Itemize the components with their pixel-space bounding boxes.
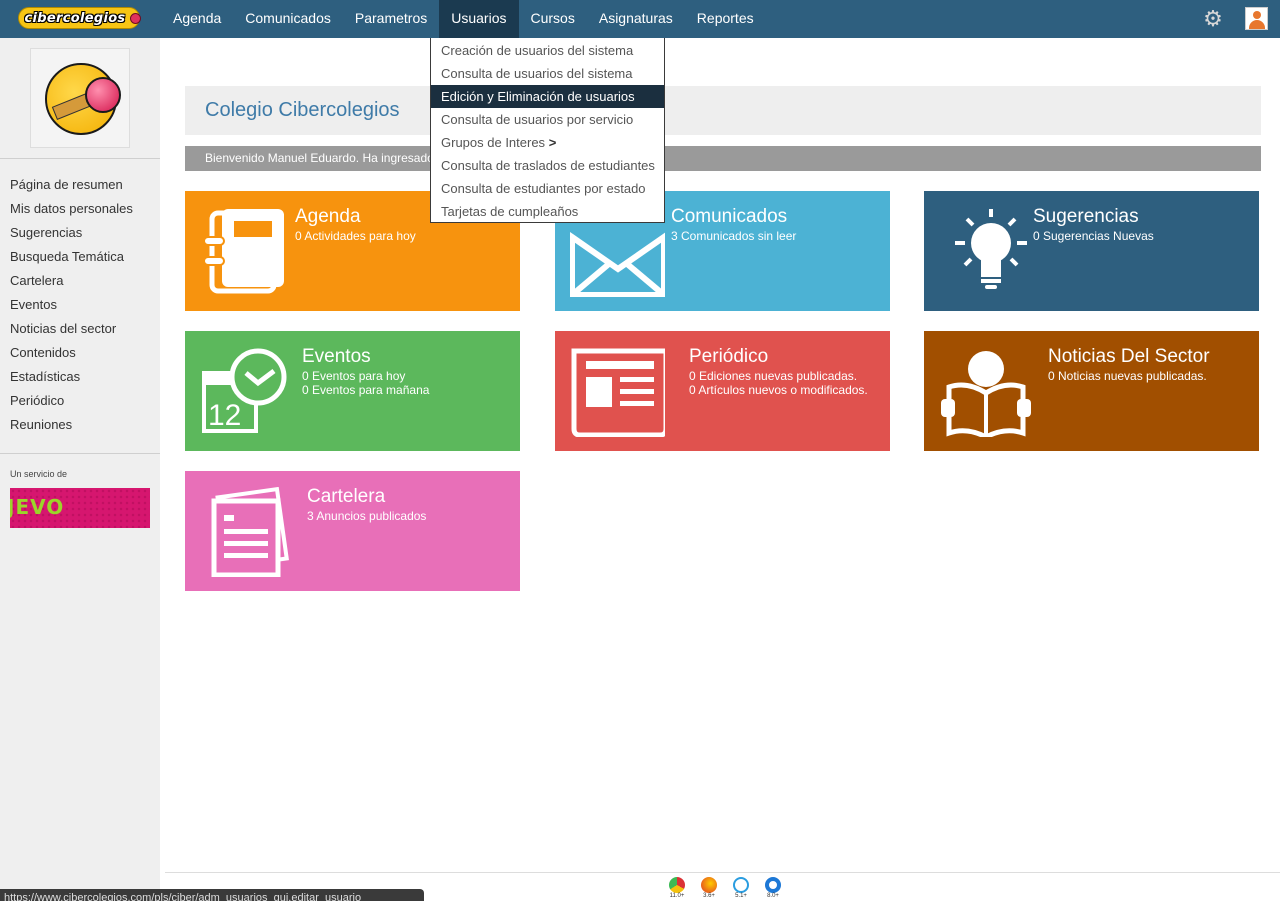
user-avatar-icon[interactable] [1245, 7, 1268, 30]
lightbulb-icon [955, 209, 1027, 289]
tile-periodico[interactable]: Periódico 0 Ediciones nuevas publicadas.… [555, 331, 890, 451]
cibercolegios-logo[interactable]: cibercolegios [18, 7, 141, 29]
tile-title: Cartelera [307, 486, 386, 507]
main-menu: Agenda Comunicados Parametros Usuarios C… [161, 0, 766, 38]
logo-dot-icon [130, 13, 141, 24]
browser-version: 5.1+ [735, 893, 747, 899]
sidebar-item-busqueda[interactable]: Busqueda Temática [10, 248, 133, 272]
tile-subtitle: 0 Ediciones nuevas publicadas. 0 Artícul… [689, 369, 868, 397]
avatar-head [1253, 11, 1261, 19]
nav-cursos[interactable]: Cursos [519, 0, 587, 38]
usuarios-dropdown-menu: Creación de usuarios del sistema Consult… [430, 38, 665, 223]
safari-icon: 5.1+ [730, 877, 752, 901]
calendar-clock-icon: 12 [202, 348, 287, 433]
menu-item-edicion-eliminacion[interactable]: Edición y Eliminación de usuarios [431, 85, 664, 108]
school-title-bar: Colegio Cibercolegios [185, 86, 1261, 135]
sidebar-item-sugerencias[interactable]: Sugerencias [10, 224, 133, 248]
tile-subtitle: 0 Actividades para hoy [295, 229, 416, 243]
sidebar-item-estadisticas[interactable]: Estadísticas [10, 368, 133, 392]
menu-item-tarjetas-cumpleanos[interactable]: Tarjetas de cumpleaños [431, 200, 664, 223]
nav-usuarios[interactable]: Usuarios [439, 0, 519, 38]
logo-pink-ball [85, 77, 121, 113]
tile-line: 0 Artículos nuevos o modificados. [689, 383, 868, 397]
tile-eventos[interactable]: 12 Eventos 0 Eventos para hoy 0 Eventos … [185, 331, 520, 451]
newspaper-icon [571, 348, 665, 437]
sidebar-item-eventos[interactable]: Eventos [10, 296, 133, 320]
tile-subtitle: 3 Anuncios publicados [307, 509, 427, 523]
sidebar-item-resumen[interactable]: Página de resumen [10, 176, 133, 200]
browser-version: 3.6+ [703, 893, 715, 899]
tile-cartelera[interactable]: Cartelera 3 Anuncios publicados [185, 471, 520, 591]
page-title: Colegio Cibercolegios [205, 99, 400, 121]
bulletin-icon [211, 487, 289, 577]
supported-browsers: 11.0+ 3.6+ 5.1+ 8.0+ [666, 877, 784, 901]
nav-comunicados[interactable]: Comunicados [233, 0, 343, 38]
sidebar-divider [0, 158, 160, 159]
tile-subtitle: 0 Noticias nuevas publicadas. [1048, 369, 1207, 383]
tile-subtitle: 0 Eventos para hoy 0 Eventos para mañana [302, 369, 429, 397]
tile-sugerencias[interactable]: Sugerencias 0 Sugerencias Nuevas [924, 191, 1259, 311]
sidebar-item-reuniones[interactable]: Reuniones [10, 416, 133, 440]
notebook-icon [203, 209, 284, 294]
menu-item-estudiantes-estado[interactable]: Consulta de estudiantes por estado [431, 177, 664, 200]
avatar-body [1249, 20, 1265, 29]
nav-asignaturas[interactable]: Asignaturas [587, 0, 685, 38]
nav-agenda[interactable]: Agenda [161, 0, 233, 38]
sidebar-item-periodico[interactable]: Periódico [10, 392, 133, 416]
sidebar-item-noticias[interactable]: Noticias del sector [10, 320, 133, 344]
status-bar-url: https://www.cibercolegios.com/pls/ciber/… [0, 889, 424, 901]
sidebar: Página de resumen Mis datos personales S… [0, 38, 160, 901]
tile-line: 0 Ediciones nuevas publicadas. [689, 369, 858, 383]
tile-line: 0 Eventos para hoy [302, 369, 406, 383]
menu-item-traslados[interactable]: Consulta de traslados de estudiantes [431, 154, 664, 177]
nav-parametros[interactable]: Parametros [343, 0, 439, 38]
reader-icon [941, 351, 1031, 437]
chrome-icon: 11.0+ [666, 877, 688, 901]
tile-title: Sugerencias [1033, 206, 1139, 227]
logo-text: cibercolegios [24, 10, 126, 26]
svg-text:12: 12 [208, 399, 241, 432]
tile-title: Comunicados [671, 206, 788, 227]
browser-version: 8.0+ [767, 893, 779, 899]
menu-item-label: Grupos de Interes [441, 135, 546, 150]
nav-reportes[interactable]: Reportes [685, 0, 766, 38]
sidebar-links: Página de resumen Mis datos personales S… [10, 176, 133, 440]
menu-item-grupos-interes[interactable]: Grupos de Interes > [431, 131, 664, 154]
footer-divider [165, 872, 1280, 873]
tile-noticias[interactable]: Noticias Del Sector 0 Noticias nuevas pu… [924, 331, 1259, 451]
tile-subtitle: 0 Sugerencias Nuevas [1033, 229, 1154, 243]
menu-item-creacion-usuarios[interactable]: Creación de usuarios del sistema [431, 39, 664, 62]
tile-title: Noticias Del Sector [1048, 346, 1210, 367]
welcome-bar: Bienvenido Manuel Eduardo. Ha ingresado [185, 146, 1261, 171]
submenu-arrow-icon: > [548, 135, 557, 150]
service-label: Un servicio de [10, 469, 68, 479]
tile-title: Eventos [302, 346, 371, 367]
browser-version: 11.0+ [669, 893, 685, 899]
tile-title: Periódico [689, 346, 769, 367]
sidebar-divider [0, 453, 160, 454]
gear-icon[interactable]: ⚙ [1202, 8, 1224, 30]
ie-icon: 8.0+ [762, 877, 784, 901]
menu-item-consulta-usuarios[interactable]: Consulta de usuarios del sistema [431, 62, 664, 85]
top-navigation-bar: cibercolegios Agenda Comunicados Paramet… [0, 0, 1280, 38]
school-logo [30, 48, 130, 148]
banner-text: JEVO [10, 495, 65, 519]
tile-line: 0 Eventos para mañana [302, 383, 430, 397]
tile-title: Agenda [295, 206, 361, 227]
sidebar-item-cartelera[interactable]: Cartelera [10, 272, 133, 296]
sponsor-banner[interactable]: JEVO [10, 488, 150, 528]
sidebar-item-contenidos[interactable]: Contenidos [10, 344, 133, 368]
sidebar-item-datos-personales[interactable]: Mis datos personales [10, 200, 133, 224]
menu-item-consulta-por-servicio[interactable]: Consulta de usuarios por servicio [431, 108, 664, 131]
firefox-icon: 3.6+ [698, 877, 720, 901]
tile-subtitle: 3 Comunicados sin leer [671, 229, 797, 243]
